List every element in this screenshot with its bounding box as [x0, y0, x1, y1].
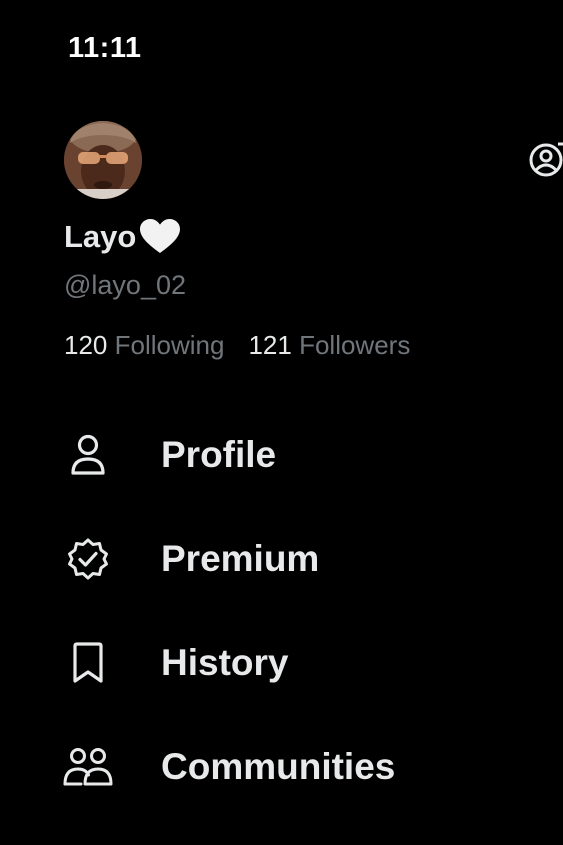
people-icon	[62, 741, 114, 793]
follow-stats: 120 Following 121 Followers	[64, 330, 410, 361]
followers-stat[interactable]: 121 Followers	[248, 330, 410, 361]
following-stat[interactable]: 120 Following	[64, 330, 224, 361]
display-name-row[interactable]: Layo	[64, 219, 181, 255]
bookmark-icon	[62, 637, 114, 689]
status-bar-time: 11:11	[68, 32, 142, 64]
followers-count: 121	[248, 330, 292, 360]
white-heart-icon	[140, 219, 181, 253]
following-label: Following	[114, 330, 225, 360]
menu-item-profile[interactable]: Profile	[0, 403, 563, 507]
menu-item-label: Profile	[161, 434, 277, 475]
account-switch-icon[interactable]	[528, 140, 563, 180]
menu-item-communities[interactable]: Communities	[0, 715, 563, 819]
avatar-photo	[64, 121, 142, 199]
menu-item-label: Premium	[161, 538, 320, 579]
person-icon	[62, 429, 114, 481]
display-name: Layo	[64, 219, 137, 254]
menu-item-premium[interactable]: Premium	[0, 507, 563, 611]
following-count: 120	[64, 330, 108, 360]
menu-item-label: Communities	[161, 746, 396, 787]
menu-item-history[interactable]: History	[0, 611, 563, 715]
avatar[interactable]	[64, 121, 142, 199]
verified-badge-icon	[62, 533, 114, 585]
user-handle: @layo_02	[64, 270, 186, 300]
followers-label: Followers	[299, 330, 411, 360]
menu-item-label: History	[161, 642, 289, 683]
